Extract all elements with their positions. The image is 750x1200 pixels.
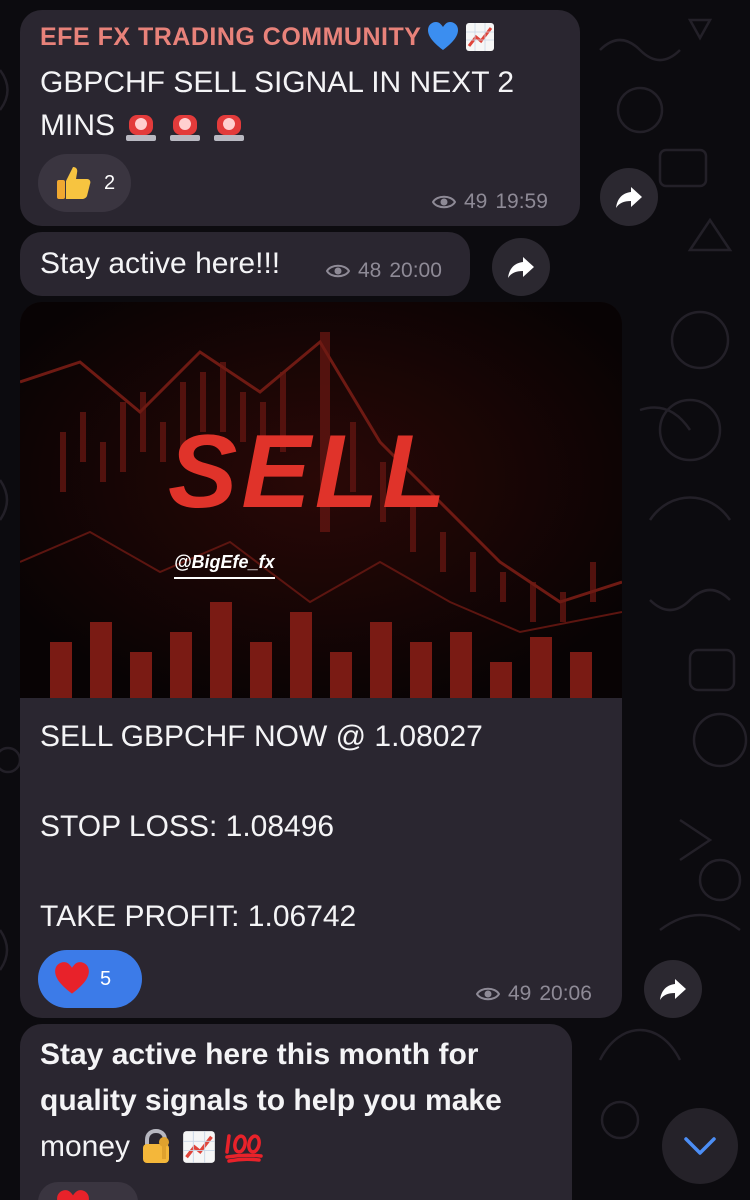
eye-icon bbox=[326, 264, 350, 278]
image-handle-text: @BigEfe_fx bbox=[174, 552, 275, 579]
view-count: 49 bbox=[464, 190, 488, 213]
eye-icon bbox=[432, 195, 456, 209]
message-bubble[interactable]: Stay active here this month for quality … bbox=[20, 1024, 572, 1200]
blue-heart-emoji bbox=[428, 22, 459, 50]
message-time: 19:59 bbox=[495, 190, 548, 213]
reaction-count: 2 bbox=[104, 171, 116, 194]
reaction-heart-partial[interactable] bbox=[38, 1182, 138, 1200]
signal-image[interactable]: SELL @BigEfe_fx bbox=[20, 302, 622, 698]
message-bubble[interactable]: EFE FX TRADING COMMUNITY GBPCHF SELL SIG… bbox=[20, 10, 580, 226]
signal-take-profit: TAKE PROFIT: 1.06742 bbox=[40, 900, 357, 933]
signal-entry: SELL GBPCHF NOW @ 1.08027 bbox=[40, 720, 483, 753]
chart-increasing-emoji bbox=[183, 1131, 215, 1163]
message-line: quality signals to help you make bbox=[40, 1084, 502, 1117]
forward-button[interactable] bbox=[492, 238, 550, 296]
scroll-to-bottom-button[interactable] bbox=[662, 1108, 738, 1184]
message-line: money bbox=[40, 1130, 131, 1163]
view-count: 48 bbox=[358, 259, 382, 282]
forward-button[interactable] bbox=[644, 960, 702, 1018]
message-text: Stay active here!!! bbox=[40, 247, 281, 280]
lock-with-key-emoji bbox=[143, 1129, 170, 1163]
message-bubble-photo[interactable]: SELL @BigEfe_fx SELL GBPCHF NOW @ 1.0802… bbox=[20, 302, 622, 1018]
thumbs-up-emoji bbox=[57, 167, 91, 199]
red-heart-emoji bbox=[57, 1190, 89, 1200]
police-light-emoji bbox=[170, 114, 200, 141]
reaction-heart[interactable]: 5 bbox=[38, 950, 142, 1008]
channel-name[interactable]: EFE FX TRADING COMMUNITY bbox=[40, 23, 421, 52]
message-time: 20:00 bbox=[389, 259, 442, 282]
forward-button[interactable] bbox=[600, 168, 658, 226]
message-line: GBPCHF SELL SIGNAL IN NEXT 2 bbox=[40, 66, 515, 99]
image-sell-text: SELL bbox=[168, 414, 450, 530]
forward-icon bbox=[660, 979, 686, 1000]
red-heart-emoji bbox=[55, 962, 89, 994]
message-line: Stay active here this month for bbox=[40, 1038, 479, 1071]
message-bubble[interactable]: Stay active here!!! 48 20:00 bbox=[20, 232, 470, 296]
chart-increasing-emoji bbox=[466, 23, 495, 51]
forward-icon bbox=[508, 257, 534, 278]
signal-stop-loss: STOP LOSS: 1.08496 bbox=[40, 810, 335, 843]
reaction-thumbs-up[interactable]: 2 bbox=[38, 154, 132, 212]
chevron-down-icon bbox=[684, 1137, 716, 1155]
forward-icon bbox=[616, 187, 642, 208]
reaction-count: 5 bbox=[100, 967, 112, 990]
view-count: 49 bbox=[508, 982, 532, 1005]
police-light-emoji bbox=[214, 114, 244, 141]
chat-view: EFE FX TRADING COMMUNITY GBPCHF SELL SIG… bbox=[0, 0, 750, 1200]
message-line: MINS bbox=[40, 108, 115, 142]
police-light-emoji bbox=[126, 114, 156, 141]
message-time: 20:06 bbox=[539, 982, 592, 1005]
eye-icon bbox=[476, 987, 500, 1001]
hundred-points-emoji bbox=[225, 1134, 263, 1163]
